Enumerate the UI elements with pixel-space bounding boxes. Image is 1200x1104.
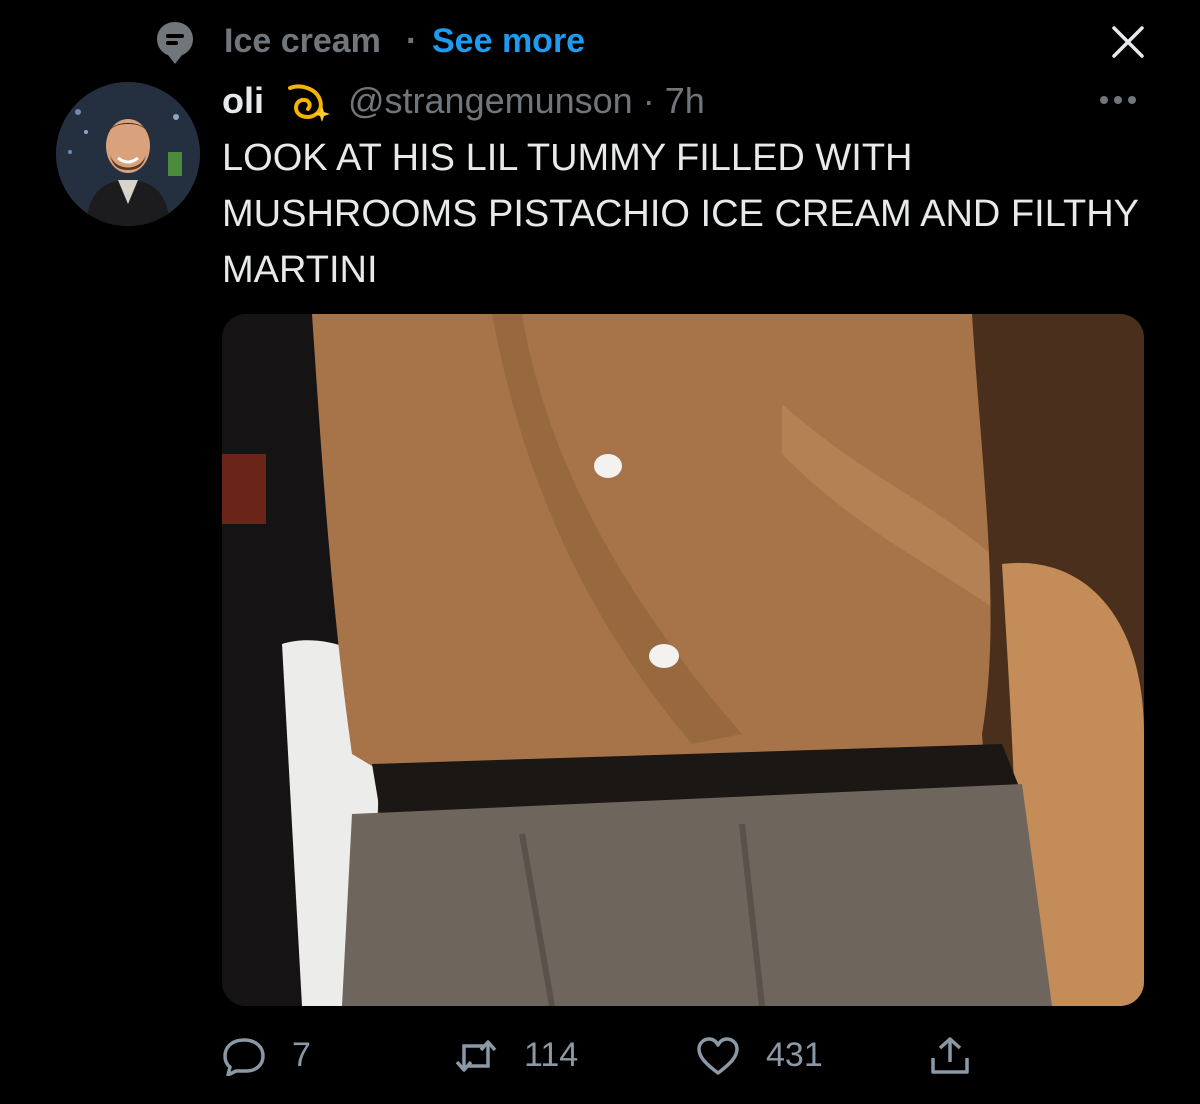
reply-count: 7 bbox=[292, 1036, 311, 1074]
topic-icon bbox=[157, 22, 193, 64]
like-button[interactable]: 431 bbox=[696, 1028, 856, 1084]
tweet-photo[interactable] bbox=[222, 314, 1144, 1006]
tweet-header: oli @strangemunson · 7h bbox=[222, 80, 1122, 124]
topic-label: Ice cream bbox=[224, 22, 381, 60]
reply-icon bbox=[223, 1038, 265, 1076]
display-name[interactable]: oli bbox=[222, 80, 264, 122]
topic-bar: Ice cream · See more bbox=[148, 14, 1158, 70]
like-count: 431 bbox=[766, 1036, 823, 1074]
retweet-button[interactable]: 114 bbox=[454, 1028, 614, 1084]
handle-and-time[interactable]: @strangemunson · 7h bbox=[348, 80, 705, 122]
avatar[interactable] bbox=[56, 82, 200, 226]
close-icon[interactable] bbox=[1108, 22, 1148, 62]
more-icon[interactable] bbox=[1096, 86, 1140, 114]
retweet-count: 114 bbox=[524, 1036, 579, 1074]
retweet-icon bbox=[455, 1040, 497, 1072]
dizzy-comet-icon bbox=[288, 84, 330, 122]
reply-button[interactable]: 7 bbox=[222, 1028, 342, 1084]
share-icon bbox=[931, 1037, 969, 1074]
topic-separator: · bbox=[406, 22, 418, 60]
share-button[interactable] bbox=[928, 1028, 988, 1084]
heart-icon bbox=[697, 1037, 739, 1075]
tweet-text: LOOK AT HIS LIL TUMMY FILLED WITH MUSHRO… bbox=[222, 137, 1139, 291]
tweet-actions: 7 114 431 bbox=[222, 1028, 1144, 1084]
see-more-link[interactable]: See more bbox=[432, 22, 585, 61]
